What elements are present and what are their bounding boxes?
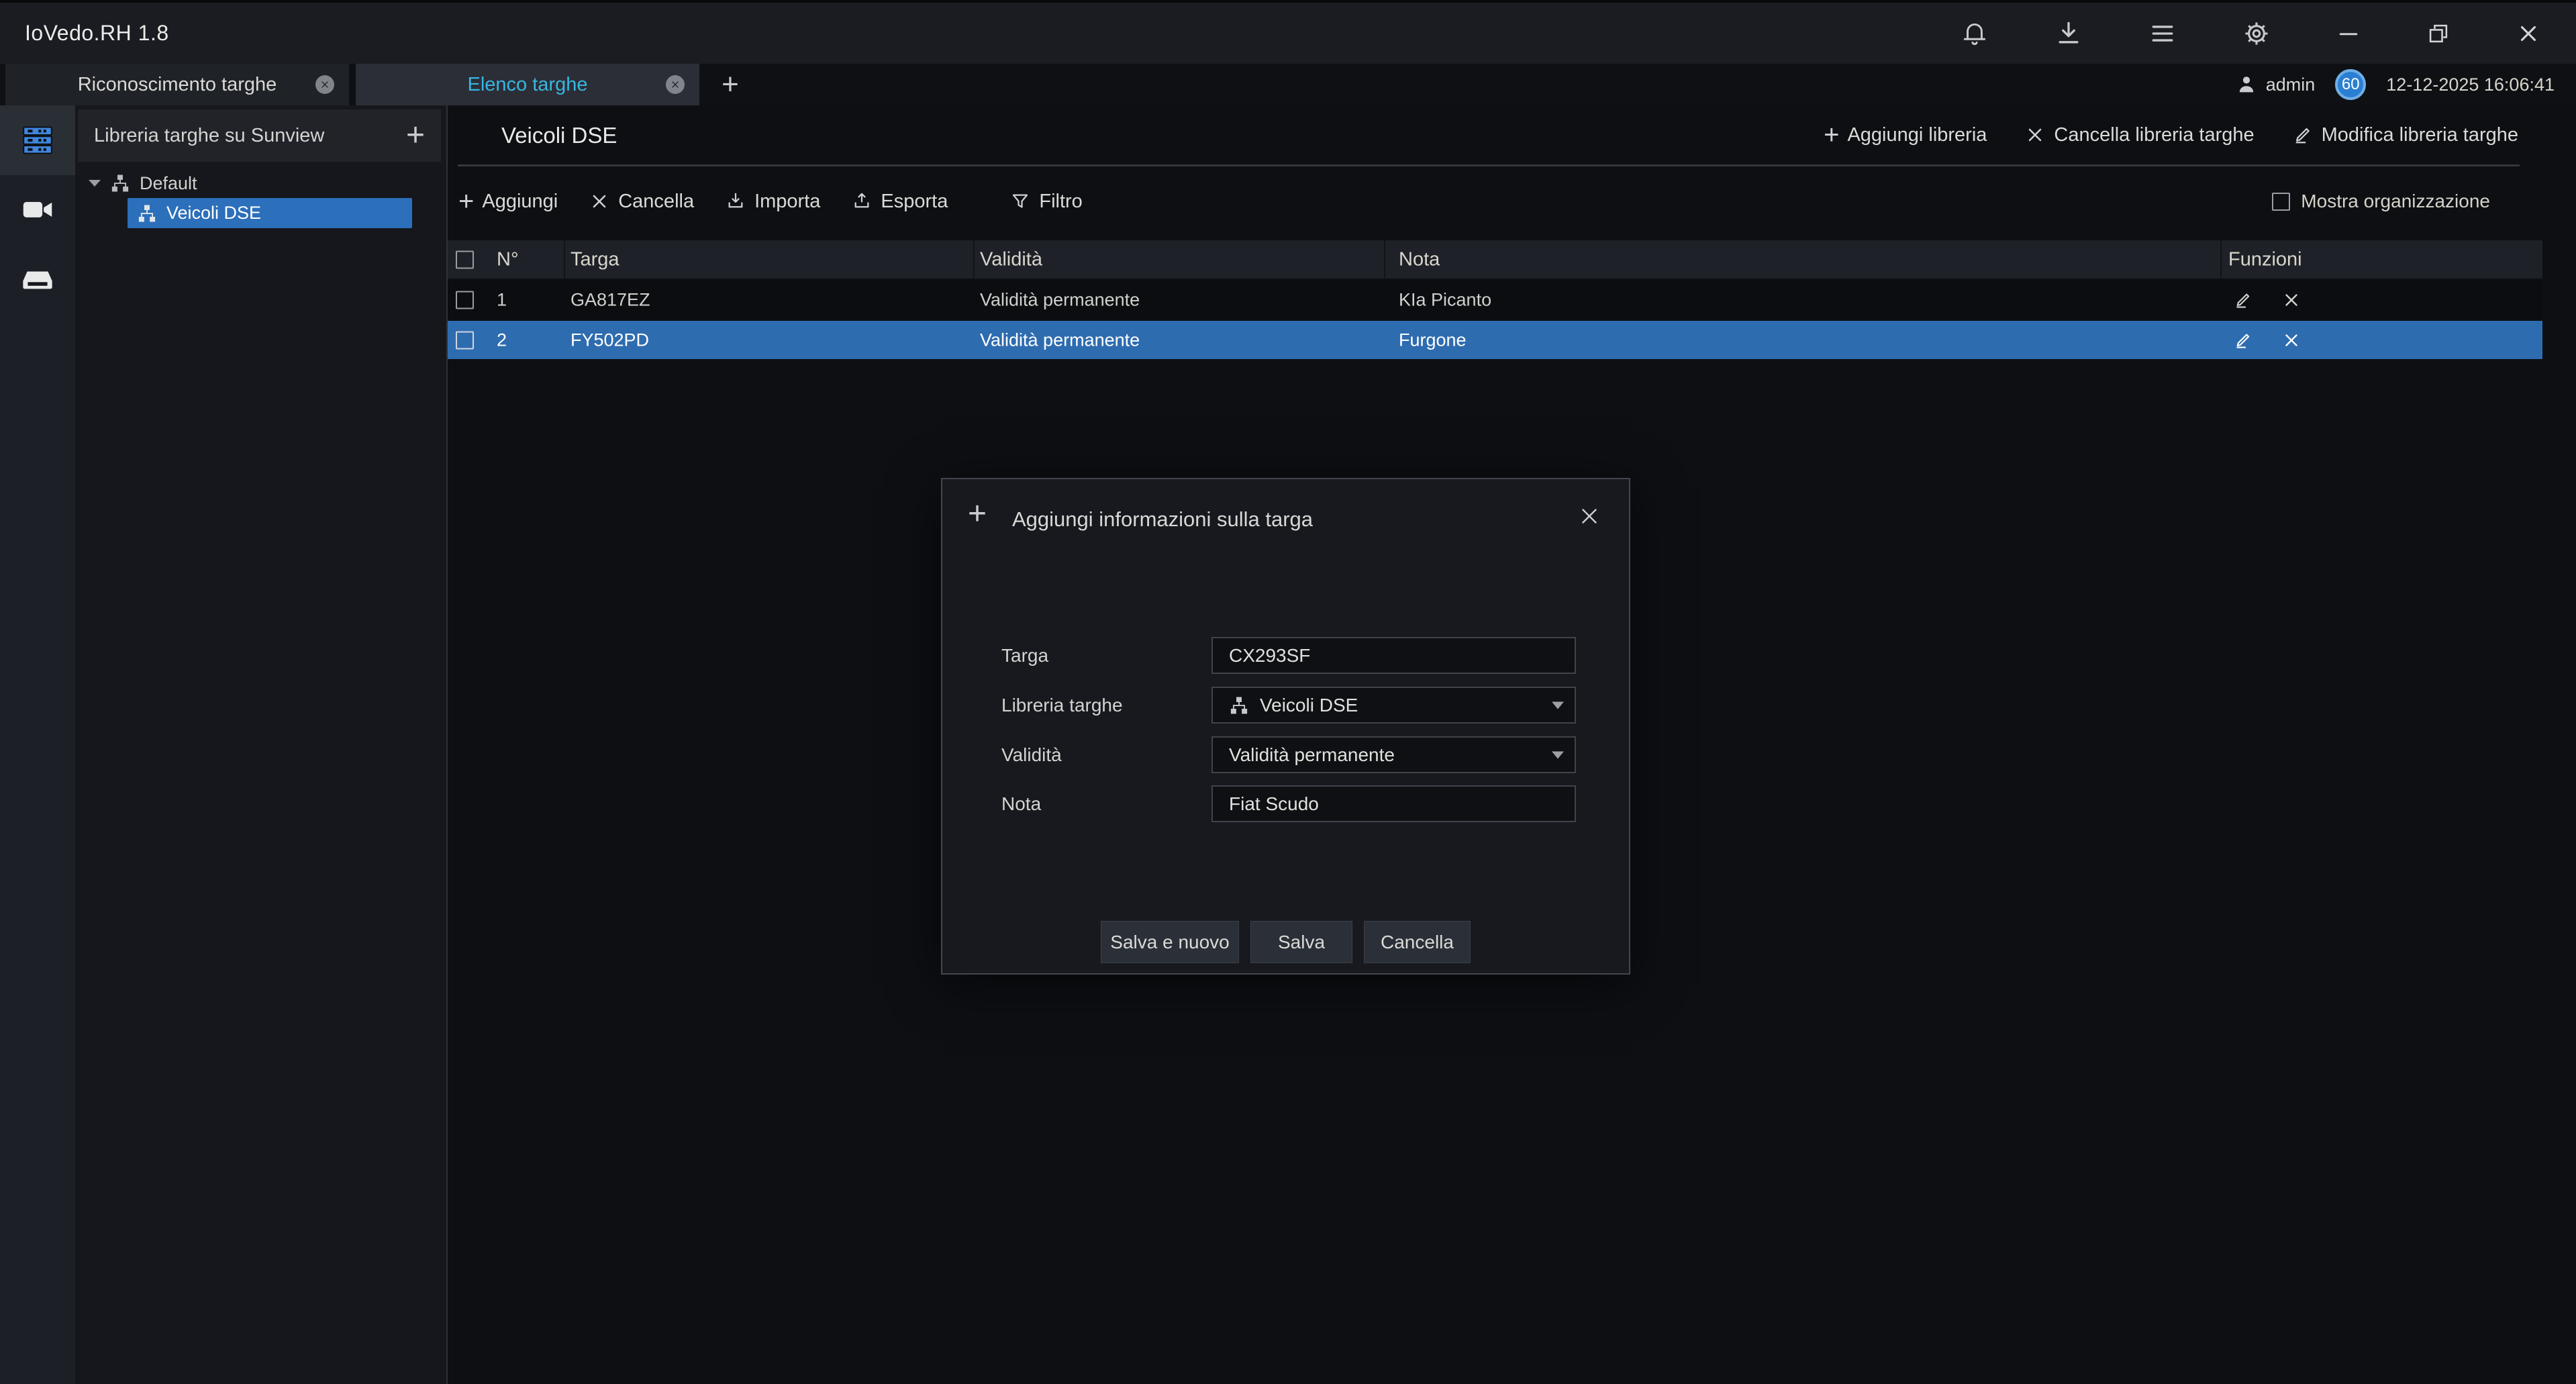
show-organization-checkbox[interactable] — [2272, 193, 2290, 211]
x-icon — [2024, 124, 2046, 146]
plus-icon: + — [968, 498, 987, 530]
delete-plate-button[interactable]: Cancella — [589, 191, 694, 213]
nav-icon-strip — [0, 105, 75, 1384]
tree-item-label: Veicoli DSE — [166, 203, 261, 224]
app-title: IoVedo.RH 1.8 — [25, 21, 169, 46]
edit-row-icon[interactable] — [2233, 290, 2253, 310]
plates-table: N° Targa Validità Nota Funzioni 1 GA817E… — [448, 240, 2542, 359]
plate-value: FY502PD — [571, 330, 649, 350]
chevron-down-icon — [1552, 751, 1564, 758]
save-and-new-button[interactable]: Salva e nuovo — [1101, 921, 1239, 963]
field-label-nota: Nota — [1001, 785, 1041, 822]
datetime-text: 12-12-2025 16:06:41 — [2386, 75, 2555, 95]
import-icon — [725, 191, 746, 212]
chevron-down-icon — [1552, 701, 1564, 709]
col-funzioni: Funzioni — [2228, 248, 2302, 270]
nota-input[interactable]: Fiat Scudo — [1211, 785, 1576, 822]
collapse-caret-icon[interactable] — [89, 180, 101, 187]
cancel-button[interactable]: Cancella — [1364, 921, 1471, 963]
table-row-selected[interactable]: 2 FY502PD Validità permanente Furgone — [448, 321, 2542, 359]
validita-select[interactable]: Validità permanente — [1211, 736, 1576, 773]
dialog-close-icon[interactable] — [1577, 503, 1602, 529]
field-label-libreria: Libreria targhe — [1001, 687, 1123, 724]
nav-item-cameras[interactable] — [0, 175, 75, 245]
tab-bar: Riconoscimento targhe Elenco targhe + ad… — [0, 64, 2576, 105]
page-title: Veicoli DSE — [501, 123, 617, 148]
edit-library-button[interactable]: Modifica libreria targhe — [2292, 124, 2518, 146]
server-stack-icon — [21, 123, 54, 157]
window-top-edge — [0, 0, 2576, 3]
download-icon[interactable] — [2054, 19, 2083, 48]
col-nota: Nota — [1399, 248, 1440, 270]
filter-icon — [1009, 191, 1031, 212]
plus-icon: + — [458, 188, 474, 215]
drive-icon — [21, 263, 54, 297]
import-button[interactable]: Importa — [725, 191, 820, 213]
row-checkbox[interactable] — [456, 331, 474, 349]
restore-icon[interactable] — [2426, 21, 2451, 46]
gear-icon[interactable] — [2242, 19, 2271, 48]
tab-riconoscimento-targhe[interactable]: Riconoscimento targhe — [5, 64, 349, 105]
delete-row-icon[interactable] — [2281, 330, 2301, 350]
nav-item-storage[interactable] — [0, 245, 75, 315]
tab-label: Elenco targhe — [468, 74, 588, 96]
user-menu[interactable]: admin — [2235, 73, 2316, 96]
filter-button[interactable]: Filtro — [1009, 191, 1082, 213]
tree-panel-header: Libreria targhe su Sunview + — [78, 109, 441, 162]
add-library-button[interactable]: + Aggiungi libreria — [1824, 121, 1987, 148]
plus-icon: + — [1824, 121, 1839, 148]
col-targa: Targa — [571, 248, 620, 270]
menu-icon[interactable] — [2148, 19, 2177, 48]
libreria-select[interactable]: Veicoli DSE — [1211, 687, 1576, 724]
show-organization-toggle[interactable]: Mostra organizzazione — [2272, 179, 2490, 224]
delete-row-icon[interactable] — [2281, 290, 2301, 310]
tab-close-icon[interactable] — [315, 75, 334, 94]
row-checkbox[interactable] — [456, 291, 474, 309]
save-button[interactable]: Salva — [1250, 921, 1352, 963]
table-row[interactable]: 1 GA817EZ Validità permanente KIa Picant… — [448, 281, 2542, 319]
show-organization-label: Mostra organizzazione — [2301, 191, 2490, 212]
pencil-icon — [2292, 124, 2314, 146]
new-tab-button[interactable]: + — [706, 64, 754, 105]
username-text: admin — [2266, 75, 2316, 95]
col-validita: Validità — [980, 248, 1042, 270]
add-plate-button[interactable]: + Aggiungi — [458, 188, 558, 215]
app-window: IoVedo.RH 1.8 Riconoscimento targhe Elen… — [0, 0, 2576, 1384]
delete-library-button[interactable]: Cancella libreria targhe — [2024, 124, 2254, 146]
add-library-icon[interactable]: + — [406, 119, 425, 152]
camera-icon — [21, 193, 54, 227]
targa-input[interactable]: CX293SF — [1211, 637, 1576, 674]
tab-label: Riconoscimento targhe — [78, 74, 277, 96]
col-n: N° — [497, 248, 519, 270]
tab-elenco-targhe[interactable]: Elenco targhe — [356, 64, 699, 105]
tree-item-label: Default — [140, 173, 197, 194]
minimize-icon[interactable] — [2336, 21, 2361, 46]
plate-value: GA817EZ — [571, 289, 650, 310]
organization-icon — [110, 173, 130, 193]
bell-icon[interactable] — [1960, 19, 1989, 48]
export-button[interactable]: Esporta — [851, 191, 948, 213]
header-divider — [458, 164, 2520, 166]
export-icon — [851, 191, 873, 212]
tree-item-veicoli-dse[interactable]: Veicoli DSE — [128, 198, 412, 228]
tree-panel-title: Libreria targhe su Sunview — [94, 125, 324, 147]
edit-row-icon[interactable] — [2233, 330, 2253, 350]
tab-close-icon[interactable] — [666, 75, 685, 94]
close-icon[interactable] — [2516, 21, 2541, 46]
tree-item-default[interactable]: Default — [89, 168, 197, 198]
add-plate-dialog: + Aggiungi informazioni sulla targa Targ… — [941, 478, 1630, 975]
library-tree-panel: Libreria targhe su Sunview + Default Vei… — [75, 105, 446, 1384]
nav-item-plate-library[interactable] — [0, 105, 75, 175]
title-bar: IoVedo.RH 1.8 — [0, 0, 2576, 64]
field-label-targa: Targa — [1001, 637, 1048, 674]
field-label-validita: Validità — [1001, 736, 1062, 773]
select-all-checkbox[interactable] — [456, 250, 474, 268]
dialog-title: Aggiungi informazioni sulla targa — [1012, 507, 1313, 532]
session-badge: 60 — [2335, 69, 2366, 100]
table-header: N° Targa Validità Nota Funzioni — [448, 240, 2542, 279]
organization-icon — [1229, 695, 1249, 715]
organization-icon — [137, 203, 157, 224]
x-icon — [589, 191, 610, 212]
user-icon — [2235, 73, 2258, 96]
